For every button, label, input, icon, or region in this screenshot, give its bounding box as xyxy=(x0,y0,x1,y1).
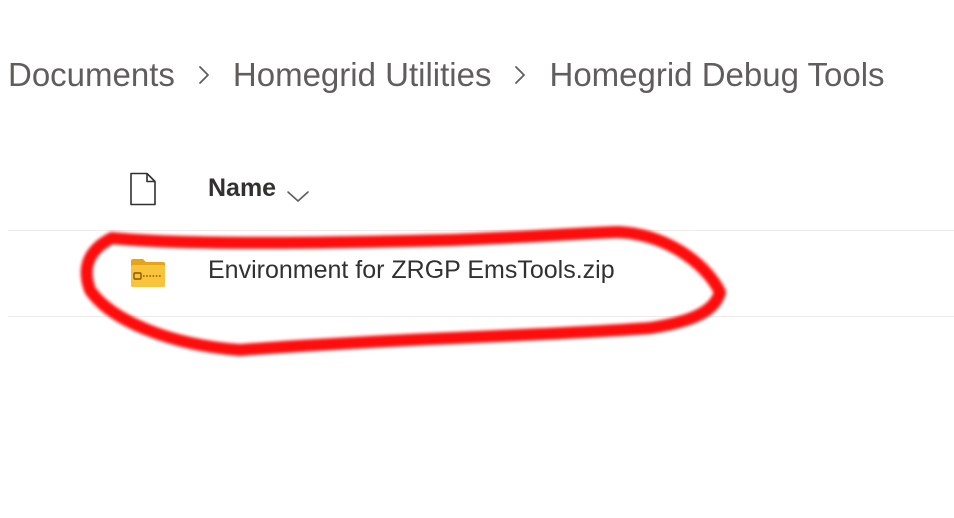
breadcrumb-item-homegrid-debug-tools[interactable]: Homegrid Debug Tools xyxy=(549,52,884,98)
zip-folder-icon xyxy=(130,257,166,289)
file-row[interactable]: Environment for ZRGP EmsTools.zip xyxy=(0,232,954,316)
chevron-right-icon xyxy=(175,52,233,98)
document-icon[interactable] xyxy=(128,172,158,206)
name-column-label: Name xyxy=(208,174,277,202)
breadcrumb-item-homegrid-utilities[interactable]: Homegrid Utilities xyxy=(233,52,492,98)
chevron-down-icon xyxy=(286,182,310,202)
header-divider xyxy=(8,230,954,231)
breadcrumb-item-documents[interactable]: Documents xyxy=(8,52,175,98)
row-divider xyxy=(8,316,954,317)
breadcrumb: Documents Homegrid Utilities Homegrid De… xyxy=(8,52,885,98)
list-header-row: Name xyxy=(0,160,954,220)
name-column-header[interactable]: Name xyxy=(208,174,310,203)
chevron-right-icon xyxy=(491,52,549,98)
file-name[interactable]: Environment for ZRGP EmsTools.zip xyxy=(208,256,615,285)
